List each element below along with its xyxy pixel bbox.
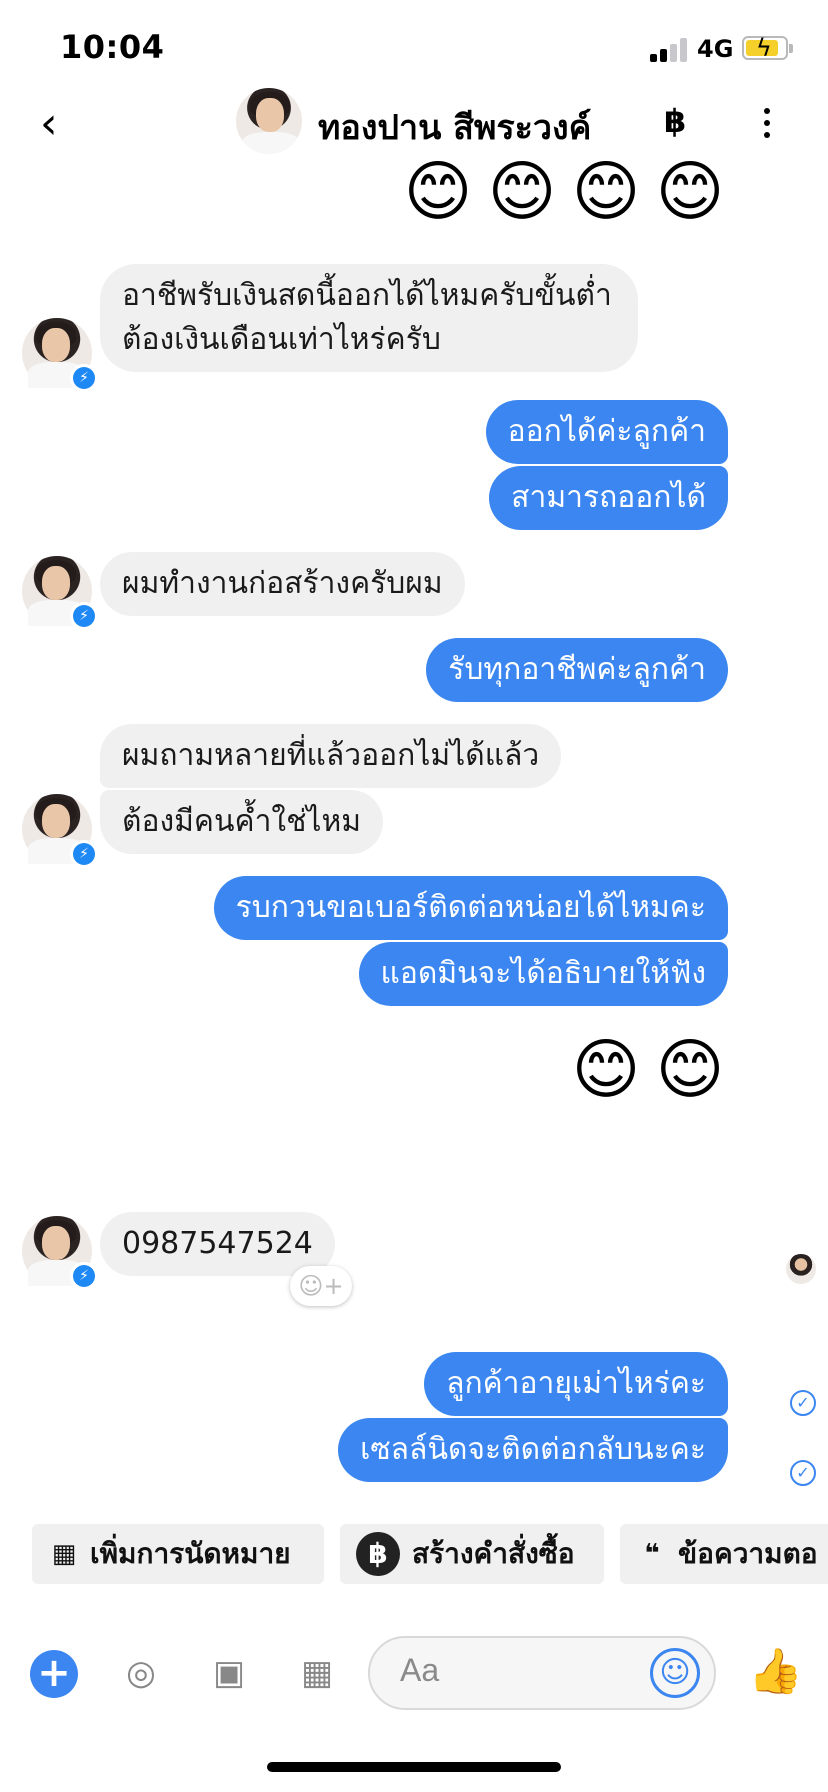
contact-avatar[interactable]	[236, 88, 302, 154]
baht-icon[interactable]: ฿	[664, 102, 686, 140]
home-indicator	[267, 1762, 561, 1772]
calendar-icon: ▦	[51, 1539, 77, 1569]
delivered-check-icon: ✓	[790, 1460, 816, 1486]
thumbs-up-icon[interactable]: 👍	[748, 1644, 803, 1700]
image-icon[interactable]: ▣	[204, 1648, 254, 1698]
message-input-placeholder: Aa	[400, 1652, 440, 1688]
incoming-message[interactable]: ต้องมีคนค้ำใช่ไหม	[100, 790, 384, 854]
messenger-icon: ⚡	[70, 1262, 98, 1290]
add-appointment-button[interactable]: ▦ เพิ่มการนัดหมาย	[32, 1524, 324, 1584]
status-bar: 10:04 4G ϟ	[0, 0, 828, 90]
battery-icon: ϟ	[742, 34, 793, 62]
smile-emoji[interactable]: 😊	[400, 154, 476, 230]
incoming-message[interactable]: 0987547524	[100, 1212, 335, 1276]
baht-icon: ฿	[356, 1532, 400, 1576]
create-order-label: สร้างคำสั่งซื้อ	[412, 1537, 575, 1570]
incoming-message[interactable]: อาชีพรับเงินสดนี้ออกได้ไหมครับขั้นต่ำต้อ…	[100, 264, 638, 372]
incoming-message[interactable]: ผมถามหลายที่แล้วออกไม่ได้แล้ว	[100, 724, 562, 788]
sender-avatar[interactable]: ⚡	[22, 1216, 98, 1290]
emoji-icon[interactable]: ☺	[650, 1648, 700, 1698]
sender-avatar[interactable]: ⚡	[22, 556, 98, 630]
chevron-left-icon[interactable]: ‹	[40, 100, 80, 150]
network-label: 4G	[697, 35, 734, 63]
contact-name[interactable]: ทองปาน สีพระวงค์	[318, 100, 591, 154]
signal-icon	[650, 38, 690, 62]
outgoing-message[interactable]: ออกได้ค่ะลูกค้า	[485, 400, 728, 464]
add-appointment-label: เพิ่มการนัดหมาย	[90, 1537, 291, 1570]
smile-emoji[interactable]: 😊	[652, 154, 728, 230]
incoming-message[interactable]: ผมทำงานก่อสร้างครับผม	[100, 552, 465, 616]
saved-replies-button[interactable]: ❝ ข้อความตอ	[620, 1524, 828, 1584]
sender-avatar[interactable]: ⚡	[22, 318, 98, 392]
calendar-icon[interactable]: ▦	[292, 1648, 342, 1698]
outgoing-message[interactable]: รบกวนขอเบอร์ติดต่อหน่อยได้ไหมคะ	[213, 876, 728, 940]
outgoing-message[interactable]: แอดมินจะได้อธิบายให้ฟัง	[358, 942, 728, 1006]
more-vertical-icon[interactable]	[752, 98, 782, 148]
smile-emoji[interactable]: 😊	[484, 154, 560, 230]
camera-icon[interactable]: ◎	[116, 1648, 166, 1698]
message-input[interactable]: Aa ☺	[368, 1636, 716, 1710]
add-reaction-button[interactable]: ☺+	[290, 1266, 352, 1306]
delivered-check-icon: ✓	[790, 1390, 816, 1416]
outgoing-message[interactable]: เซลล์นิดจะติดต่อกลับนะคะ	[338, 1418, 728, 1482]
plus-icon[interactable]: +	[30, 1650, 78, 1698]
quick-actions: ▦ เพิ่มการนัดหมาย ฿ สร้างคำสั่งซื้อ ❝ ข้…	[0, 1524, 828, 1584]
create-order-button[interactable]: ฿ สร้างคำสั่งซื้อ	[340, 1524, 604, 1584]
smile-emoji[interactable]: 😊	[568, 1032, 644, 1108]
status-time: 10:04	[60, 28, 165, 66]
messenger-icon: ⚡	[70, 840, 98, 868]
chat-bubbles-icon: ❝	[644, 1539, 660, 1569]
messenger-icon: ⚡	[70, 364, 98, 392]
messenger-icon: ⚡	[70, 602, 98, 630]
saved-replies-label: ข้อความตอ	[678, 1537, 818, 1570]
composer: + ◎ ▣ ▦ Aa ☺ 👍	[0, 1630, 828, 1714]
outgoing-message[interactable]: ลูกค้าอายุเม่าไหร่คะ	[424, 1352, 728, 1416]
outgoing-message[interactable]: สามารถออกได้	[489, 466, 728, 530]
outgoing-message[interactable]: รับทุกอาชีพค่ะลูกค้า	[426, 638, 728, 702]
smile-emoji[interactable]: 😊	[568, 154, 644, 230]
seen-avatar	[786, 1254, 816, 1284]
sender-avatar[interactable]: ⚡	[22, 794, 98, 868]
smile-emoji[interactable]: 😊	[652, 1032, 728, 1108]
